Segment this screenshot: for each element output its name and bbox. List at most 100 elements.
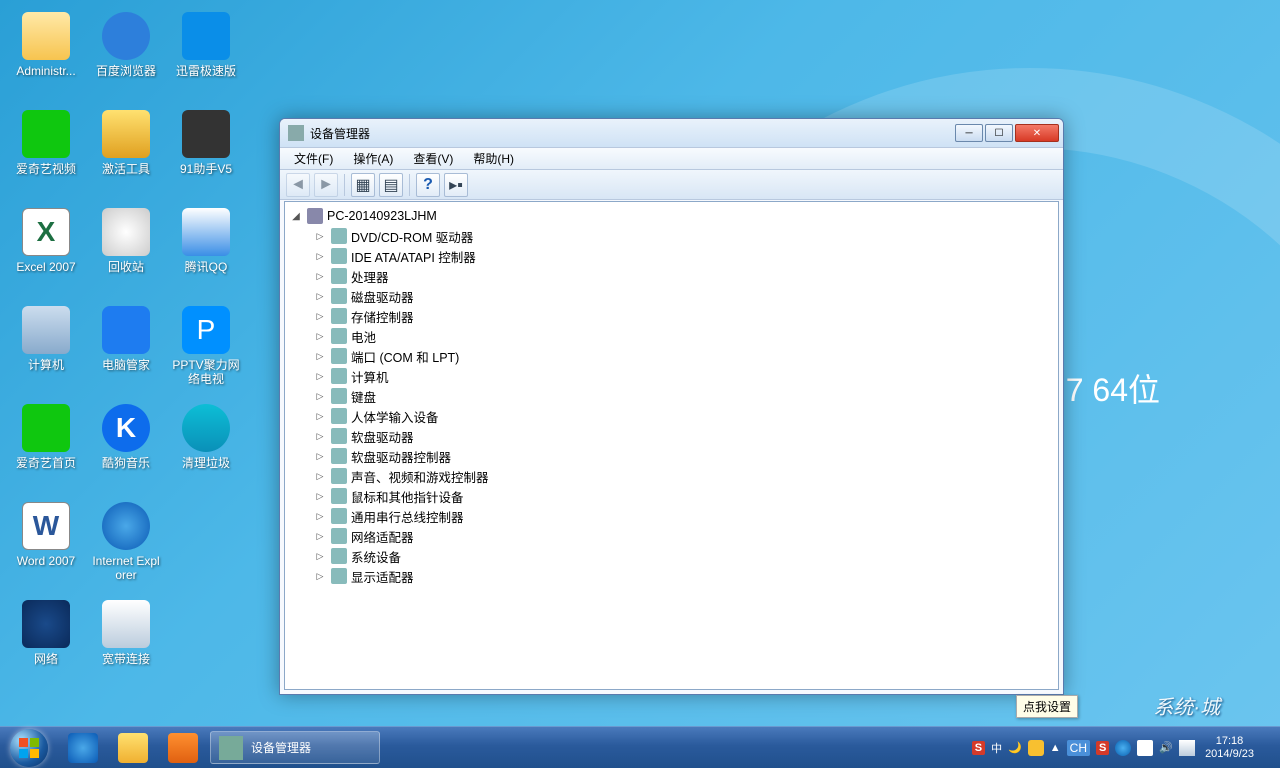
desktop-icon[interactable]: 计算机: [8, 302, 84, 394]
tray-shield-icon[interactable]: [1115, 740, 1131, 756]
expand-icon[interactable]: ▷: [315, 411, 325, 421]
taskbar-clock[interactable]: 17:18 2014/9/23: [1201, 735, 1258, 761]
expand-icon[interactable]: ▷: [315, 351, 325, 361]
tree-node[interactable]: ▷端口 (COM 和 LPT): [285, 346, 1058, 366]
expand-icon[interactable]: ▷: [315, 491, 325, 501]
tree-node[interactable]: ▷软盘驱动器: [285, 426, 1058, 446]
minimize-button[interactable]: ─: [955, 124, 983, 142]
menu-item[interactable]: 文件(F): [286, 148, 341, 169]
menu-item[interactable]: 操作(A): [345, 148, 401, 169]
desktop-icon-label: 爱奇艺首页: [16, 456, 76, 470]
tree-node[interactable]: ▷声音、视频和游戏控制器: [285, 466, 1058, 486]
device-tree-panel[interactable]: ◢PC-20140923LJHM▷DVD/CD-ROM 驱动器▷IDE ATA/…: [284, 201, 1059, 690]
expand-icon[interactable]: ▷: [315, 471, 325, 481]
flag-icon[interactable]: [1137, 740, 1153, 756]
tree-node-label: IDE ATA/ATAPI 控制器: [351, 247, 476, 266]
pinned-ie[interactable]: [58, 727, 108, 768]
menu-item[interactable]: 帮助(H): [465, 148, 522, 169]
desktop-icon[interactable]: 腾讯QQ: [168, 204, 244, 296]
tree-node[interactable]: ▷DVD/CD-ROM 驱动器: [285, 226, 1058, 246]
expand-icon[interactable]: ▷: [315, 331, 325, 341]
desktop-icon[interactable]: 爱奇艺视频: [8, 106, 84, 198]
network-icon[interactable]: [1179, 740, 1195, 756]
maximize-button[interactable]: ☐: [985, 124, 1013, 142]
desktop-icon-label: Excel 2007: [16, 260, 75, 274]
menu-item[interactable]: 查看(V): [405, 148, 461, 169]
tree-node[interactable]: ▷电池: [285, 326, 1058, 346]
expand-icon[interactable]: ▷: [315, 251, 325, 261]
expand-icon[interactable]: ▷: [315, 531, 325, 541]
tree-node[interactable]: ▷ 软盘驱动器控制器: [285, 446, 1058, 466]
desktop-icon[interactable]: 回收站: [88, 204, 164, 296]
desktop-icon[interactable]: 百度浏览器: [88, 8, 164, 100]
tree-root-node[interactable]: ◢PC-20140923LJHM: [285, 206, 1058, 226]
task-label: 设备管理器: [251, 739, 311, 756]
help-button[interactable]: ?: [416, 173, 440, 197]
desktop-icon[interactable]: 激活工具: [88, 106, 164, 198]
desktop-icon[interactable]: Internet Explorer: [88, 498, 164, 590]
tray-red-badge-icon[interactable]: S: [1096, 741, 1109, 755]
close-button[interactable]: ✕: [1015, 124, 1059, 142]
tree-node[interactable]: ▷键盘: [285, 386, 1058, 406]
moon-icon[interactable]: 🌙: [1008, 741, 1022, 754]
expand-icon[interactable]: ▷: [315, 571, 325, 581]
device-category-icon: [331, 368, 347, 384]
desktop-icon[interactable]: WWord 2007: [8, 498, 84, 590]
task-device-manager[interactable]: 设备管理器: [210, 731, 380, 764]
desktop-icon[interactable]: PPPTV聚力网络电视: [168, 302, 244, 394]
tree-node[interactable]: ▷存储控制器: [285, 306, 1058, 326]
view-grid-button[interactable]: ▤: [379, 173, 403, 197]
tree-node[interactable]: ▷显示适配器: [285, 566, 1058, 586]
expand-icon[interactable]: ▷: [315, 371, 325, 381]
view-list-button[interactable]: ▦: [351, 173, 375, 197]
pinned-media-player[interactable]: [158, 727, 208, 768]
tray-tooltip: 点我设置: [1016, 695, 1078, 718]
tree-node[interactable]: ▷计算机: [285, 366, 1058, 386]
expand-icon[interactable]: ▷: [315, 271, 325, 281]
expand-icon[interactable]: ▷: [315, 291, 325, 301]
tree-node[interactable]: ▷鼠标和其他指针设备: [285, 486, 1058, 506]
expand-icon[interactable]: ▷: [315, 451, 325, 461]
app-icon: [22, 600, 70, 648]
language-indicator[interactable]: CH: [1067, 740, 1090, 756]
ime-text[interactable]: 中: [991, 740, 1002, 756]
expand-icon[interactable]: ▷: [315, 311, 325, 321]
tree-node[interactable]: ▷人体学输入设备: [285, 406, 1058, 426]
desktop-icon[interactable]: K酷狗音乐: [88, 400, 164, 492]
desktop-icon[interactable]: 清理垃圾: [168, 400, 244, 492]
device-category-icon: [331, 388, 347, 404]
desktop-icon[interactable]: Administr...: [8, 8, 84, 100]
desktop-icon[interactable]: 爱奇艺首页: [8, 400, 84, 492]
desktop-icon-label: PPTV聚力网络电视: [170, 358, 242, 386]
volume-icon[interactable]: 🔊: [1159, 741, 1173, 754]
tree-node[interactable]: ▷ IDE ATA/ATAPI 控制器: [285, 246, 1058, 266]
desktop-icon[interactable]: 迅雷极速版: [168, 8, 244, 100]
start-button[interactable]: [0, 727, 58, 768]
desktop-icon[interactable]: 网络: [8, 596, 84, 688]
window-titlebar[interactable]: 设备管理器 ─ ☐ ✕: [280, 119, 1063, 148]
collapse-icon[interactable]: ◢: [291, 211, 301, 221]
pinned-explorer[interactable]: [108, 727, 158, 768]
tray-chevron-icon[interactable]: ▲: [1050, 742, 1061, 754]
desktop-icon[interactable]: 宽带连接: [88, 596, 164, 688]
scan-button[interactable]: ▸▪: [444, 173, 468, 197]
tree-node[interactable]: ▷系统设备: [285, 546, 1058, 566]
tree-node[interactable]: ▷网络适配器: [285, 526, 1058, 546]
task-icon: [219, 736, 243, 760]
expand-icon[interactable]: ▷: [315, 551, 325, 561]
expand-icon[interactable]: ▷: [315, 391, 325, 401]
expand-icon[interactable]: ▷: [315, 231, 325, 241]
desktop-icon[interactable]: 电脑管家: [88, 302, 164, 394]
expand-icon[interactable]: ▷: [315, 431, 325, 441]
tree-node[interactable]: ▷通用串行总线控制器: [285, 506, 1058, 526]
tree-node-label: 软盘驱动器控制器: [351, 447, 451, 466]
expand-icon[interactable]: ▷: [315, 511, 325, 521]
sogou-badge-icon[interactable]: S: [972, 741, 985, 755]
desktop-icon[interactable]: 91助手V5: [168, 106, 244, 198]
desktop-icon[interactable]: XExcel 2007: [8, 204, 84, 296]
toolbar: ◄ ► ▦ ▤ ? ▸▪: [280, 170, 1063, 200]
tree-node[interactable]: ▷磁盘驱动器: [285, 286, 1058, 306]
start-orb-icon: [10, 729, 48, 767]
tree-node[interactable]: ▷处理器: [285, 266, 1058, 286]
tray-notif-icon[interactable]: [1028, 740, 1044, 756]
